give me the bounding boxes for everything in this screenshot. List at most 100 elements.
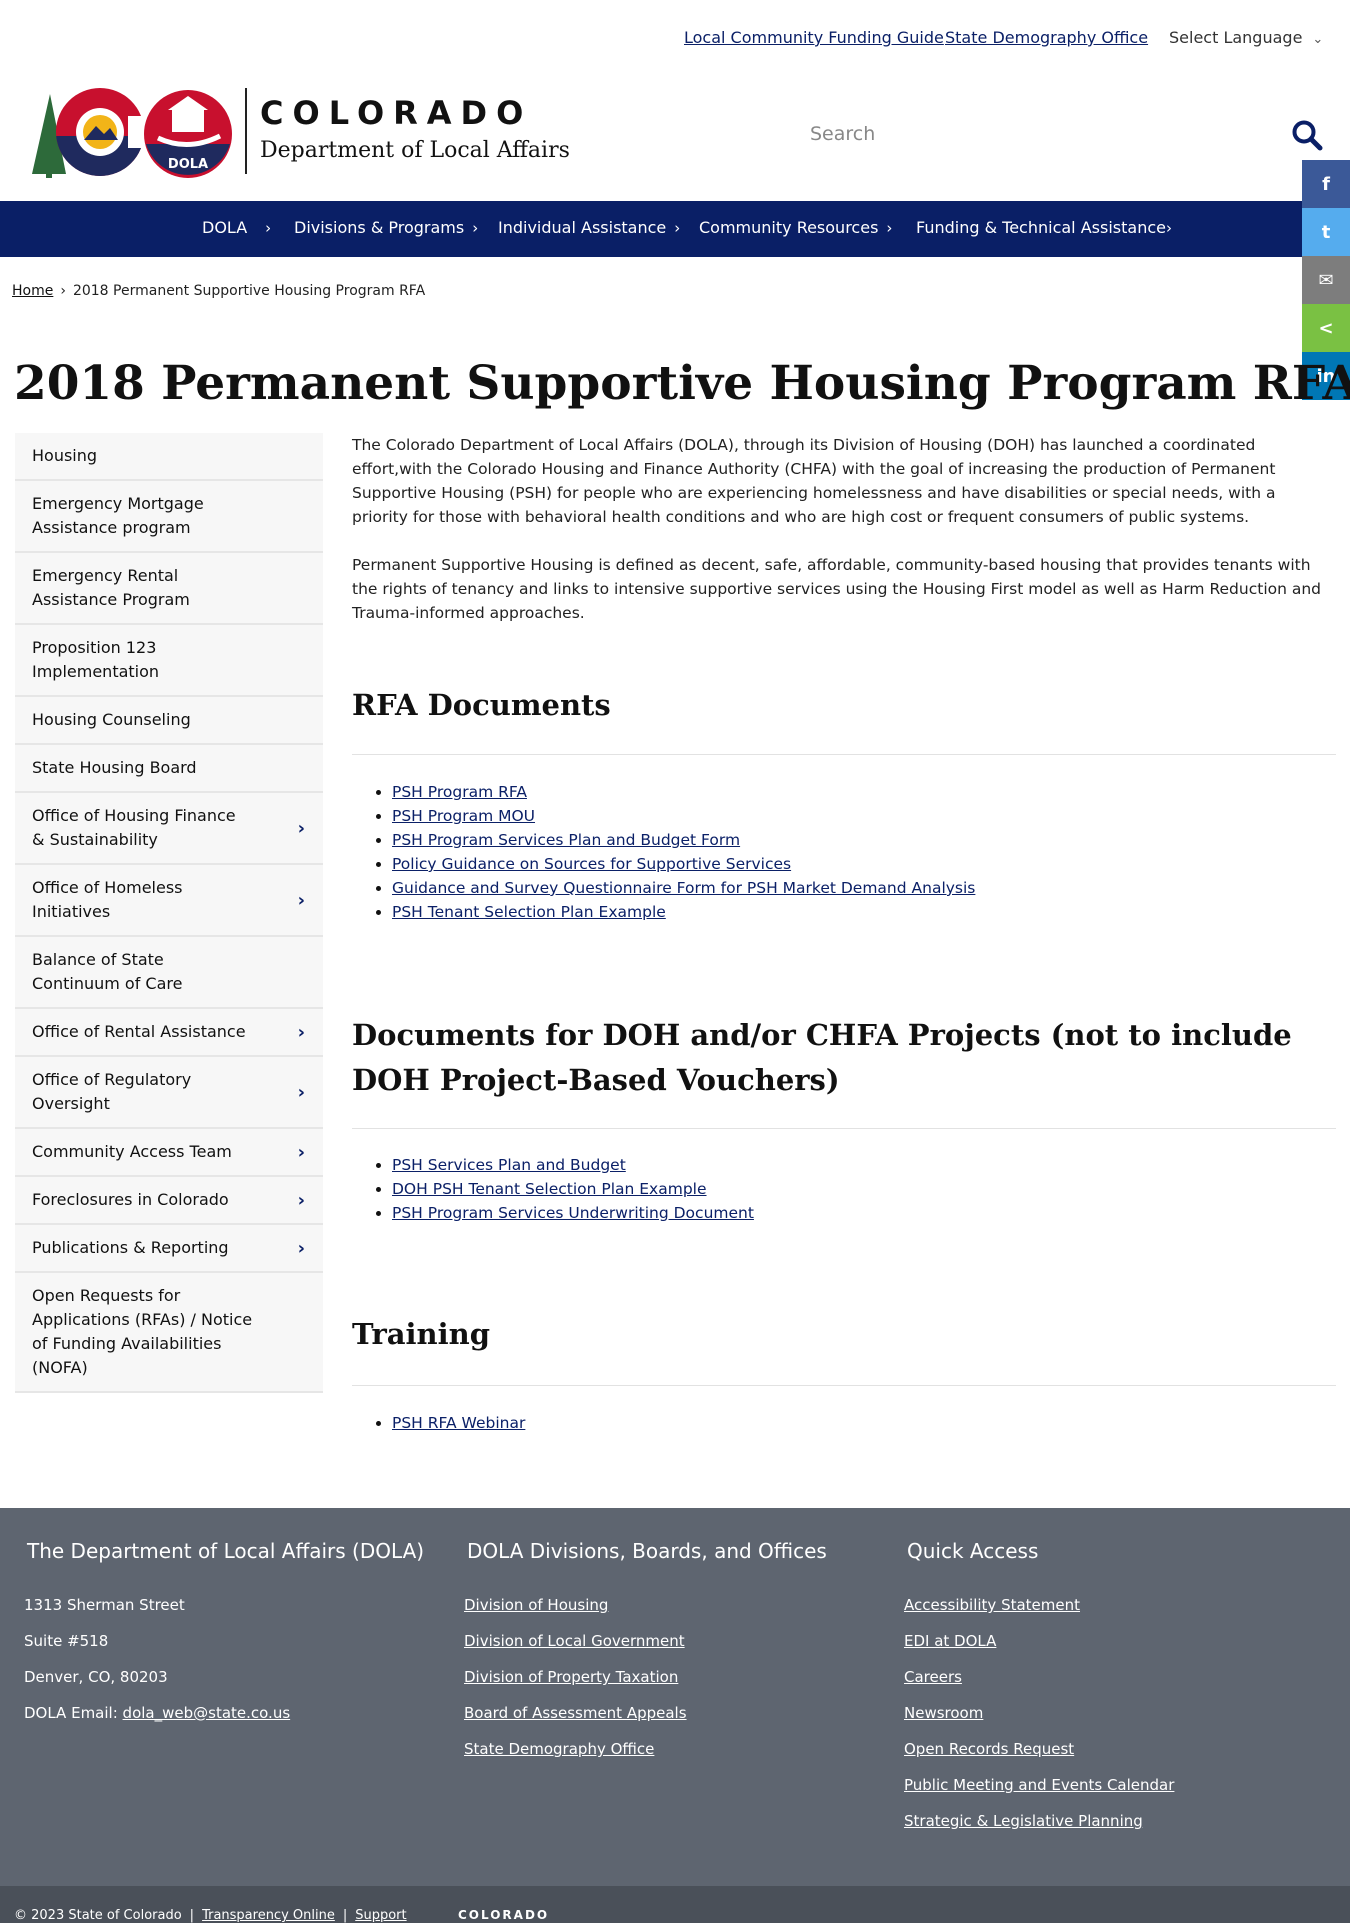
section-divider (352, 1128, 1336, 1129)
sidebar-item-rental-assistance[interactable]: Office of Rental Assistance › (15, 1009, 323, 1057)
chevron-right-icon[interactable]: › (298, 1081, 305, 1105)
footer-link[interactable]: Public Meeting and Events Calendar (904, 1776, 1174, 1794)
sidebar-item-housing-finance-sustainability[interactable]: Office of Housing Finance & Sustainabili… (15, 793, 323, 865)
breadcrumb-current: 2018 Permanent Supportive Housing Progra… (72, 283, 426, 299)
main-nav: DOLA › Divisions & Programs › Individual A… (0, 201, 1350, 257)
list-item: PSH Tenant Selection Plan Example (392, 900, 975, 924)
chevron-right-icon[interactable]: › (298, 1021, 305, 1045)
document-link[interactable]: PSH Program Services Plan and Budget For… (392, 831, 740, 849)
intro-paragraph: The Colorado Department of Local Affairs… (352, 436, 1276, 526)
footer-link[interactable]: Division of Property Taxation (464, 1668, 678, 1686)
sidebar-item-state-housing-board[interactable]: State Housing Board (15, 745, 323, 793)
chevron-right-icon: › (1165, 219, 1172, 237)
list-item: DOH PSH Tenant Selection Plan Example (392, 1177, 754, 1201)
list-item: PSH Program MOU (392, 804, 975, 828)
footer-link[interactable]: Open Records Request (904, 1740, 1074, 1758)
document-link[interactable]: PSH Services Plan and Budget (392, 1156, 626, 1174)
nav-item-community-resources[interactable]: Community Resources › (699, 218, 892, 237)
search-icon[interactable] (1290, 118, 1324, 152)
sidebar-item-balance-of-state-coc[interactable]: Balance of State Continuum of Care (15, 937, 323, 1009)
footer-address-line: Denver, CO, 80203 (24, 1668, 168, 1686)
nav-item-funding-technical-assistance[interactable]: Funding & Technical Assistance› (916, 218, 1172, 237)
list-item: PSH Program Services Underwriting Docume… (392, 1201, 754, 1225)
chevron-right-icon[interactable]: › (298, 889, 305, 913)
chevron-right-icon[interactable]: › (298, 817, 305, 841)
svg-text:DOLA: DOLA (168, 157, 208, 172)
chevron-right-icon[interactable]: › (298, 1189, 305, 1213)
sidebar-item-homeless-initiatives[interactable]: Office of Homeless Initiatives › (15, 865, 323, 937)
document-link[interactable]: Policy Guidance on Sources for Supportiv… (392, 855, 791, 873)
department-name: Department of Local Affairs (260, 138, 570, 163)
footer-email-link[interactable]: dola_web@state.co.us (123, 1704, 291, 1722)
nav-item-dola[interactable]: DOLA › (202, 218, 271, 237)
state-name: COLORADO (260, 94, 533, 132)
colorado-dola-logo[interactable]: DOLA (28, 86, 238, 182)
section-divider (352, 754, 1336, 755)
footer-link[interactable]: State Demography Office (464, 1740, 654, 1758)
document-link[interactable]: PSH RFA Webinar (392, 1414, 525, 1432)
support-link[interactable]: Support (355, 1908, 406, 1923)
search-box (810, 116, 1323, 156)
search-input[interactable] (810, 116, 1230, 152)
document-link[interactable]: DOH PSH Tenant Selection Plan Example (392, 1180, 707, 1198)
footer-heading: DOLA Divisions, Boards, and Offices (467, 1539, 827, 1563)
sidebar-item-open-rfas-nofa[interactable]: Open Requests for Applications (RFAs) / … (15, 1273, 323, 1393)
footer-heading: The Department of Local Affairs (DOLA) (27, 1539, 425, 1563)
site-footer: The Department of Local Affairs (DOLA) 1… (0, 1508, 1350, 1886)
footer-link[interactable]: Division of Housing (464, 1596, 608, 1614)
footer-link[interactable]: Board of Assessment Appeals (464, 1704, 687, 1722)
definition-paragraph: Permanent Supportive Housing is defined … (352, 556, 1322, 622)
chevron-right-icon: › (886, 219, 893, 237)
sidebar-item-emergency-mortgage-assistance[interactable]: Emergency Mortgage Assistance program (15, 481, 323, 553)
sidebar-item-housing[interactable]: Housing (15, 433, 323, 481)
transparency-online-link[interactable]: Transparency Online (202, 1908, 335, 1923)
nav-item-individual-assistance[interactable]: Individual Assistance › (498, 218, 680, 237)
sidebar-item-publications-reporting[interactable]: Publications & Reporting › (15, 1225, 323, 1273)
sidebar-item-proposition-123[interactable]: Proposition 123 Implementation (15, 625, 323, 697)
logo-divider (245, 88, 247, 174)
footer-link[interactable]: Accessibility Statement (904, 1596, 1080, 1614)
sidebar-nav: Housing Emergency Mortgage Assistance pr… (15, 433, 323, 1393)
document-link[interactable]: PSH Program MOU (392, 807, 535, 825)
chevron-right-icon[interactable]: › (298, 1237, 305, 1261)
chevron-down-icon: ⌄ (1312, 32, 1324, 47)
doh-chfa-documents-heading: Documents for DOH and/or CHFA Projects (… (352, 1018, 1292, 1097)
local-community-funding-guide-link[interactable]: Local Community Funding Guide (684, 28, 944, 47)
rfa-documents-list: PSH Program RFA PSH Program MOU PSH Prog… (378, 780, 975, 924)
footer-link[interactable]: Newsroom (904, 1704, 983, 1722)
page-title: 2018 Permanent Supportive Housing Progra… (14, 356, 1350, 411)
chevron-right-icon: › (472, 219, 479, 237)
facebook-icon[interactable]: f (1302, 160, 1350, 208)
state-demography-office-link[interactable]: State Demography Office (945, 28, 1148, 47)
language-selector-label: Select Language (1169, 28, 1303, 47)
footer-address-line: 1313 Sherman Street (24, 1596, 185, 1614)
document-link[interactable]: Guidance and Survey Questionnaire Form f… (392, 879, 975, 897)
share-icon[interactable]: < (1302, 304, 1350, 352)
email-icon[interactable]: ✉ (1302, 256, 1350, 304)
document-link[interactable]: PSH Tenant Selection Plan Example (392, 903, 666, 921)
sidebar-item-foreclosures[interactable]: Foreclosures in Colorado › (15, 1177, 323, 1225)
sidebar-item-emergency-rental-assistance[interactable]: Emergency Rental Assistance Program (15, 553, 323, 625)
footer-link[interactable]: Strategic & Legislative Planning (904, 1812, 1143, 1830)
footer-link[interactable]: EDI at DOLA (904, 1632, 996, 1650)
language-selector[interactable]: Select Language ⌄ (1169, 28, 1323, 47)
copyright-text: © 2023 State of Colorado (14, 1908, 182, 1923)
sidebar-item-housing-counseling[interactable]: Housing Counseling (15, 697, 323, 745)
footer-link[interactable]: Careers (904, 1668, 962, 1686)
document-link[interactable]: PSH Program RFA (392, 783, 527, 801)
chevron-right-icon[interactable]: › (298, 1141, 305, 1165)
colorado-footer-logo[interactable]: COLORADO (458, 1908, 549, 1922)
sidebar-item-regulatory-oversight[interactable]: Office of Regulatory Oversight › (15, 1057, 323, 1129)
chevron-right-icon: › (265, 219, 272, 237)
sidebar-item-community-access-team[interactable]: Community Access Team › (15, 1129, 323, 1177)
chevron-right-icon: › (674, 219, 681, 237)
twitter-icon[interactable]: t (1302, 208, 1350, 256)
footer-link[interactable]: Division of Local Government (464, 1632, 685, 1650)
list-item: Policy Guidance on Sources for Supportiv… (392, 852, 975, 876)
nav-item-divisions-programs[interactable]: Divisions & Programs › (294, 218, 478, 237)
footer-logo-text: COLORADO (458, 1908, 550, 1922)
footer-heading: Quick Access (907, 1539, 1039, 1563)
document-link[interactable]: PSH Program Services Underwriting Docume… (392, 1204, 754, 1222)
breadcrumb: Home › 2018 Permanent Supportive Housing P… (12, 283, 425, 299)
breadcrumb-home-link[interactable]: Home (12, 283, 53, 299)
